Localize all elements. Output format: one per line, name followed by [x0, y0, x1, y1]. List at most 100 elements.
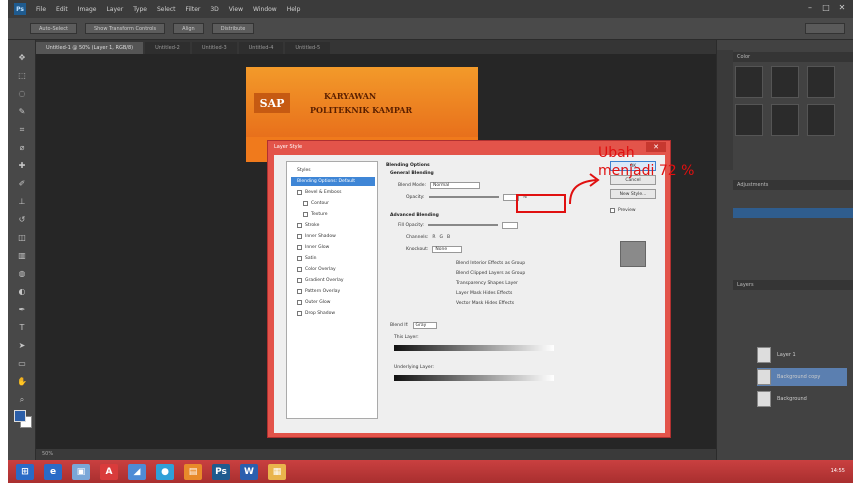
blur-tool-icon[interactable]: ◍ — [16, 268, 28, 280]
document-tab[interactable]: Untitled-1 @ 50% (Layer 1, RGB/8) — [36, 42, 144, 54]
quick-select-tool-icon[interactable]: ✎ — [16, 106, 28, 118]
underlying-layer-gradient[interactable] — [394, 375, 554, 381]
move-tool-icon[interactable]: ✥ — [16, 52, 28, 64]
foreground-color-swatch[interactable] — [14, 410, 26, 422]
adjustments-tab-selected[interactable] — [733, 208, 853, 218]
this-layer-gradient[interactable] — [394, 345, 554, 351]
style-checkbox[interactable] — [297, 245, 302, 250]
gradient-tool-icon[interactable]: ▥ — [16, 250, 28, 262]
taskbar-app-icon[interactable]: ◢ — [128, 463, 146, 480]
fill-opacity-slider[interactable] — [427, 224, 498, 226]
taskbar-app-icon[interactable]: e — [44, 463, 62, 480]
style-list-item[interactable]: Outer Glow — [291, 298, 375, 307]
style-checkbox[interactable] — [297, 289, 302, 294]
taskbar-app-icon[interactable]: Ps — [212, 463, 230, 480]
clock[interactable]: 14:55 — [831, 468, 845, 474]
style-list-item[interactable]: Bevel & Emboss — [291, 188, 375, 197]
blend-option-checkbox[interactable]: Layer Mask Hides Effects — [452, 289, 512, 297]
menu-item-image[interactable]: Image — [78, 6, 97, 13]
taskbar-app-icon[interactable]: W — [240, 463, 258, 480]
layer-row[interactable]: Background copy — [757, 368, 847, 386]
style-checkbox[interactable] — [297, 234, 302, 239]
eyedropper-tool-icon[interactable]: ⌀ — [16, 142, 28, 154]
style-list-item[interactable]: Contour — [291, 199, 375, 208]
healing-tool-icon[interactable]: ✚ — [16, 160, 28, 172]
hand-tool-icon[interactable]: ✋ — [16, 376, 28, 388]
swatch[interactable] — [771, 104, 799, 136]
lasso-tool-icon[interactable]: ◌ — [16, 88, 28, 100]
style-checkbox[interactable] — [297, 311, 302, 316]
new-style-button[interactable]: New Style... — [610, 189, 656, 199]
menu-item-layer[interactable]: Layer — [106, 6, 123, 13]
pen-tool-icon[interactable]: ✒ — [16, 304, 28, 316]
option-button[interactable]: Show Transform Controls — [84, 23, 166, 34]
style-checkbox[interactable] — [297, 223, 302, 228]
preview-checkbox[interactable]: Preview — [610, 205, 656, 215]
style-list-item[interactable]: Satin — [291, 254, 375, 263]
menu-item-3d[interactable]: 3D — [210, 6, 218, 13]
layer-row[interactable]: Background — [757, 390, 847, 408]
style-list-item[interactable]: Inner Shadow — [291, 232, 375, 241]
option-button[interactable]: Align — [173, 23, 204, 34]
shape-tool-icon[interactable]: ▭ — [16, 358, 28, 370]
option-button[interactable]: Distribute — [211, 23, 255, 34]
menu-item-window[interactable]: Window — [253, 6, 277, 13]
style-checkbox[interactable] — [297, 278, 302, 283]
taskbar-app-icon[interactable]: ▣ — [72, 463, 90, 480]
menu-item-edit[interactable]: Edit — [56, 6, 68, 13]
panel-icon-strip[interactable] — [717, 50, 733, 170]
crop-tool-icon[interactable]: ⌗ — [16, 124, 28, 136]
style-checkbox[interactable] — [297, 190, 302, 195]
style-checkbox[interactable] — [297, 267, 302, 272]
zoom-readout[interactable]: 50% — [42, 451, 53, 457]
blend-option-checkbox[interactable]: Blend Clipped Layers as Group — [452, 269, 525, 277]
swatch[interactable] — [735, 104, 763, 136]
style-list-item[interactable]: Drop Shadow — [291, 309, 375, 318]
layers-panel-header[interactable]: Layers — [733, 280, 853, 290]
menu-item-view[interactable]: View — [229, 6, 243, 13]
option-button[interactable]: Auto-Select — [30, 23, 77, 34]
history-brush-icon[interactable]: ↺ — [16, 214, 28, 226]
dodge-tool-icon[interactable]: ◐ — [16, 286, 28, 298]
menu-item-select[interactable]: Select — [157, 6, 176, 13]
menu-item-file[interactable]: File — [36, 6, 46, 13]
taskbar-app-icon[interactable]: ▦ — [268, 463, 286, 480]
style-list-item[interactable]: Texture — [291, 210, 375, 219]
swatch[interactable] — [807, 66, 835, 98]
style-checkbox[interactable] — [303, 212, 308, 217]
swatch[interactable] — [735, 66, 763, 98]
taskbar-app-icon[interactable]: ⊞ — [16, 463, 34, 480]
blend-option-checkbox[interactable]: Blend Interior Effects as Group — [452, 259, 525, 267]
blend-option-checkbox[interactable]: Vector Mask Hides Effects — [452, 299, 514, 307]
document-tab[interactable]: Untitled-4 — [238, 42, 284, 54]
channel-g-checkbox[interactable]: G — [439, 235, 443, 240]
channel-r-checkbox[interactable]: R — [432, 235, 435, 240]
fill-opacity-input[interactable] — [501, 221, 518, 229]
style-list-item[interactable]: Color Overlay — [291, 265, 375, 274]
adjustments-panel-header[interactable]: Adjustments — [733, 180, 853, 190]
taskbar-app-icon[interactable]: ▤ — [184, 463, 202, 480]
taskbar-app-icon[interactable]: A — [100, 463, 118, 480]
zoom-tool-icon[interactable]: ⌕ — [16, 394, 28, 406]
layer-row[interactable]: Layer 1 — [757, 346, 847, 364]
blend-option-checkbox[interactable]: Transparency Shapes Layer — [452, 279, 518, 287]
style-checkbox[interactable] — [297, 300, 302, 305]
document-tab[interactable]: Untitled-2 — [145, 42, 190, 54]
minimize-button[interactable]: – — [805, 3, 815, 13]
taskbar-app-icon[interactable]: ● — [156, 463, 174, 480]
menu-item-type[interactable]: Type — [133, 6, 147, 13]
swatch[interactable] — [807, 104, 835, 136]
close-window-button[interactable]: ✕ — [837, 3, 847, 13]
swatch[interactable] — [771, 66, 799, 98]
style-list-item[interactable]: Styles — [291, 166, 375, 175]
style-list-item[interactable]: Blending Options: Default — [291, 177, 375, 186]
document-tab[interactable]: Untitled-3 — [191, 42, 237, 54]
stamp-tool-icon[interactable]: ⊥ — [16, 196, 28, 208]
style-list-item[interactable]: Inner Glow — [291, 243, 375, 252]
menu-item-help[interactable]: Help — [287, 6, 301, 13]
style-list-item[interactable]: Stroke — [291, 221, 375, 230]
brush-tool-icon[interactable]: ✐ — [16, 178, 28, 190]
marquee-tool-icon[interactable]: ⬚ — [16, 70, 28, 82]
blend-if-select[interactable]: Gray — [412, 321, 437, 329]
knockout-select[interactable]: None — [432, 245, 463, 253]
